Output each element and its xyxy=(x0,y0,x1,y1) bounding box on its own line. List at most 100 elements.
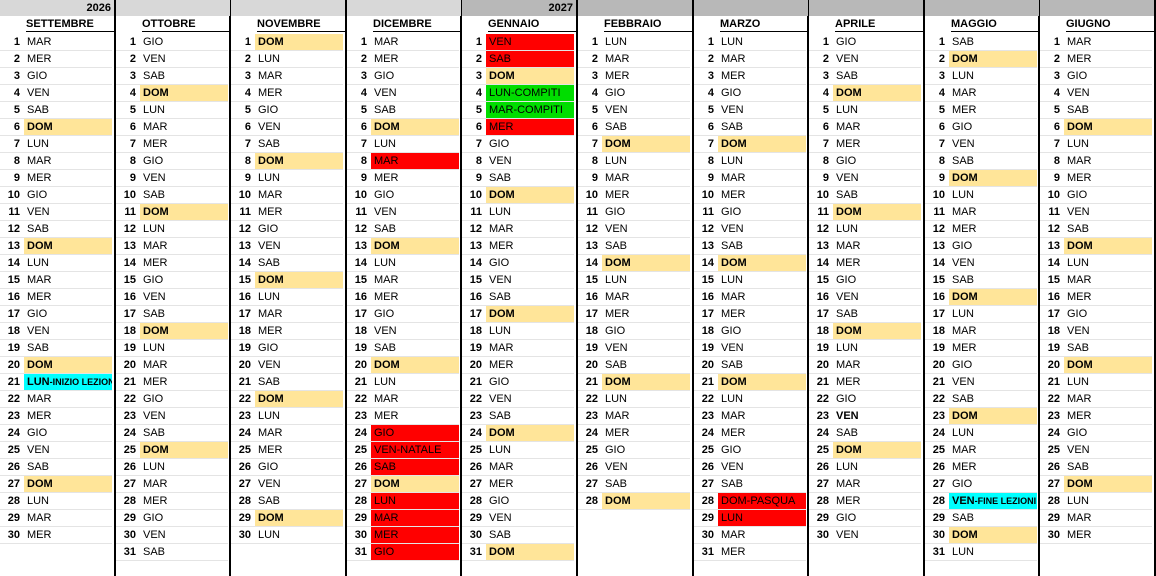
weekday-cell[interactable]: LUN xyxy=(24,493,112,509)
day-row[interactable]: 14 MER xyxy=(116,255,228,271)
day-row[interactable]: 8 SAB xyxy=(925,153,1037,169)
day-row[interactable]: 26 MER xyxy=(925,459,1037,475)
weekday-cell[interactable]: MAR xyxy=(833,119,921,135)
weekday-cell[interactable]: LUN xyxy=(1064,374,1152,390)
day-row[interactable]: 30 DOM xyxy=(925,527,1037,543)
day-row[interactable]: 7 VEN xyxy=(925,136,1037,152)
weekday-cell[interactable]: SAB xyxy=(24,459,112,475)
day-row[interactable]: 18 GIO xyxy=(694,323,806,339)
day-row[interactable]: 27 DOM xyxy=(347,476,459,492)
day-row[interactable]: 20 DOM xyxy=(347,357,459,373)
weekday-cell[interactable]: VEN xyxy=(718,340,806,356)
day-row[interactable]: 20 SAB xyxy=(694,357,806,373)
weekday-cell[interactable]: MAR xyxy=(718,527,806,543)
weekday-cell[interactable]: LUN xyxy=(833,459,921,475)
weekday-cell[interactable]: LUN xyxy=(949,187,1037,203)
day-row[interactable]: 12 MAR xyxy=(462,221,574,237)
day-row[interactable]: 21 LUN xyxy=(347,374,459,390)
day-row[interactable]: 16 MER xyxy=(347,289,459,305)
weekday-cell[interactable]: DOM xyxy=(255,510,343,526)
weekday-cell[interactable]: MAR xyxy=(602,51,690,67)
weekday-cell[interactable]: GIO xyxy=(140,391,228,407)
day-row[interactable]: 30 VEN xyxy=(809,527,921,543)
weekday-cell[interactable]: MAR xyxy=(24,510,112,526)
weekday-cell[interactable]: MAR xyxy=(140,357,228,373)
weekday-cell[interactable]: SAB xyxy=(833,68,921,84)
day-row[interactable]: 5 SAB xyxy=(1040,102,1152,118)
weekday-cell[interactable]: LUN xyxy=(140,459,228,475)
day-row[interactable]: 20 GIO xyxy=(925,357,1037,373)
day-row[interactable]: 17 MER xyxy=(694,306,806,322)
day-row[interactable]: 28 VEN-FINE LEZIONI xyxy=(925,493,1037,509)
weekday-cell[interactable]: LUN xyxy=(486,204,574,220)
weekday-cell[interactable]: GIO xyxy=(24,306,112,322)
weekday-cell[interactable]: VEN xyxy=(486,272,574,288)
weekday-cell[interactable]: MER xyxy=(486,357,574,373)
day-row[interactable]: 27 DOM xyxy=(0,476,112,492)
day-row[interactable]: 30 MER xyxy=(0,527,112,543)
day-row[interactable]: 9 VEN xyxy=(116,170,228,186)
day-row[interactable]: 3 GIO xyxy=(347,68,459,84)
day-row[interactable]: 25 DOM xyxy=(116,442,228,458)
month-header[interactable]: SETTEMBRE xyxy=(26,17,114,32)
weekday-cell[interactable]: GIO xyxy=(24,425,112,441)
day-row[interactable]: 4 MER xyxy=(231,85,343,101)
weekday-cell[interactable]: GIO xyxy=(833,391,921,407)
weekday-cell[interactable]: SAB xyxy=(833,306,921,322)
weekday-cell[interactable]: SAB xyxy=(1064,340,1152,356)
day-row[interactable]: 6 SAB xyxy=(694,119,806,135)
day-row[interactable]: 26 GIO xyxy=(231,459,343,475)
day-row[interactable]: 2 MER xyxy=(347,51,459,67)
day-row[interactable]: 10 GIO xyxy=(1040,187,1152,203)
weekday-cell[interactable]: MER xyxy=(140,136,228,152)
day-row[interactable]: 23 MER xyxy=(347,408,459,424)
day-row[interactable]: 24 MER xyxy=(694,425,806,441)
day-row[interactable]: 9 SAB xyxy=(462,170,574,186)
weekday-cell[interactable]: DOM xyxy=(24,238,112,254)
weekday-cell[interactable]: VEN xyxy=(602,102,690,118)
day-row[interactable]: 25 DOM xyxy=(809,442,921,458)
day-row[interactable]: 6 DOM xyxy=(1040,119,1152,135)
weekday-cell[interactable]: SAB xyxy=(718,357,806,373)
day-row[interactable]: 10 MER xyxy=(578,187,690,203)
day-row[interactable]: 10 SAB xyxy=(809,187,921,203)
day-row[interactable]: 18 LUN xyxy=(462,323,574,339)
day-row[interactable]: 14 LUN xyxy=(347,255,459,271)
day-row[interactable]: 7 GIO xyxy=(462,136,574,152)
day-row[interactable]: 4 VEN xyxy=(0,85,112,101)
weekday-cell[interactable]: MER xyxy=(255,204,343,220)
weekday-cell[interactable]: VEN xyxy=(602,340,690,356)
day-row[interactable]: 10 MAR xyxy=(231,187,343,203)
day-row[interactable]: 20 MAR xyxy=(809,357,921,373)
weekday-cell[interactable]: GIO xyxy=(371,187,459,203)
weekday-cell[interactable]: SAB xyxy=(371,102,459,118)
day-row[interactable]: 17 SAB xyxy=(809,306,921,322)
day-row[interactable]: 19 MAR xyxy=(462,340,574,356)
day-row[interactable]: 27 SAB xyxy=(578,476,690,492)
weekday-cell[interactable]: GIO xyxy=(949,476,1037,492)
weekday-cell[interactable]: MAR xyxy=(140,238,228,254)
day-row[interactable]: 4 MAR xyxy=(925,85,1037,101)
weekday-cell[interactable]: SAB xyxy=(24,102,112,118)
day-row[interactable]: 30 MER xyxy=(347,527,459,543)
day-row[interactable]: 24 SAB xyxy=(809,425,921,441)
weekday-cell[interactable]: MAR xyxy=(949,323,1037,339)
day-row[interactable]: 17 LUN xyxy=(925,306,1037,322)
weekday-cell[interactable]: GIO xyxy=(949,119,1037,135)
weekday-cell[interactable]: LUN xyxy=(486,323,574,339)
weekday-cell[interactable]: GIO xyxy=(833,510,921,526)
weekday-cell[interactable]: DOM xyxy=(949,289,1037,305)
day-row[interactable]: 20 SAB xyxy=(578,357,690,373)
weekday-cell[interactable]: VEN xyxy=(24,204,112,220)
day-row[interactable]: 7 DOM xyxy=(578,136,690,152)
day-row[interactable]: 12 SAB xyxy=(1040,221,1152,237)
day-row[interactable]: 8 MAR xyxy=(1040,153,1152,169)
weekday-cell[interactable]: GIO xyxy=(255,102,343,118)
weekday-cell[interactable]: LUN xyxy=(602,34,690,50)
weekday-cell[interactable]: LUN xyxy=(140,102,228,118)
weekday-cell[interactable]: LUN xyxy=(24,255,112,271)
day-row[interactable]: 12 VEN xyxy=(694,221,806,237)
day-row[interactable]: 28 MER xyxy=(809,493,921,509)
weekday-cell[interactable]: LUN xyxy=(371,374,459,390)
weekday-cell[interactable]: DOM xyxy=(255,34,343,50)
